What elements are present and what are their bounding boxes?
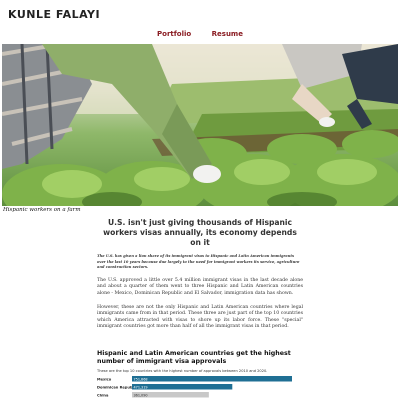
nav-link-portfolio[interactable]: Portfolio — [157, 30, 191, 38]
bar[interactable] — [132, 376, 292, 382]
bar-category-label: Mexico — [97, 378, 112, 382]
article: U.S. isn't just giving thousands of Hisp… — [97, 218, 303, 331]
bar-value-label: 471,319 — [134, 385, 148, 389]
bar-chart: Mexico 751,868 Dominican Republic471,319 Ch… — [97, 376, 292, 398]
chart-title: Hispanic and Latin American countries ge… — [97, 350, 291, 365]
visa-chart: Hispanic and Latin American countries ge… — [97, 350, 303, 400]
article-paragraph: However, these are not the only Hispanic… — [97, 304, 303, 330]
bar-category-label: China — [97, 394, 109, 398]
article-title: U.S. isn't just giving thousands of Hisp… — [103, 218, 297, 247]
hero-image — [2, 44, 398, 206]
site-header: KUNLE FALAYI Portfolio Resume — [0, 0, 400, 40]
hero-caption: Hispanic workers on a farm — [3, 207, 81, 213]
site-brand[interactable]: KUNLE FALAYI — [8, 8, 100, 21]
chart-subtitle: These are the top 10 countries with the … — [97, 369, 268, 373]
nav-link-resume[interactable]: Resume — [212, 30, 243, 38]
article-paragraph: The U.S. approved a little over 5.4 mill… — [97, 277, 303, 296]
article-lede: The U.S. has given a lion share of its i… — [97, 254, 300, 270]
farm-workers-illustration — [2, 44, 398, 206]
bar-value-label: 751,868 — [134, 377, 148, 381]
main-nav: Portfolio Resume — [0, 30, 400, 38]
bar-value-label: 361,090 — [134, 393, 148, 397]
bar-category-label: Dominican Republic — [97, 386, 137, 390]
